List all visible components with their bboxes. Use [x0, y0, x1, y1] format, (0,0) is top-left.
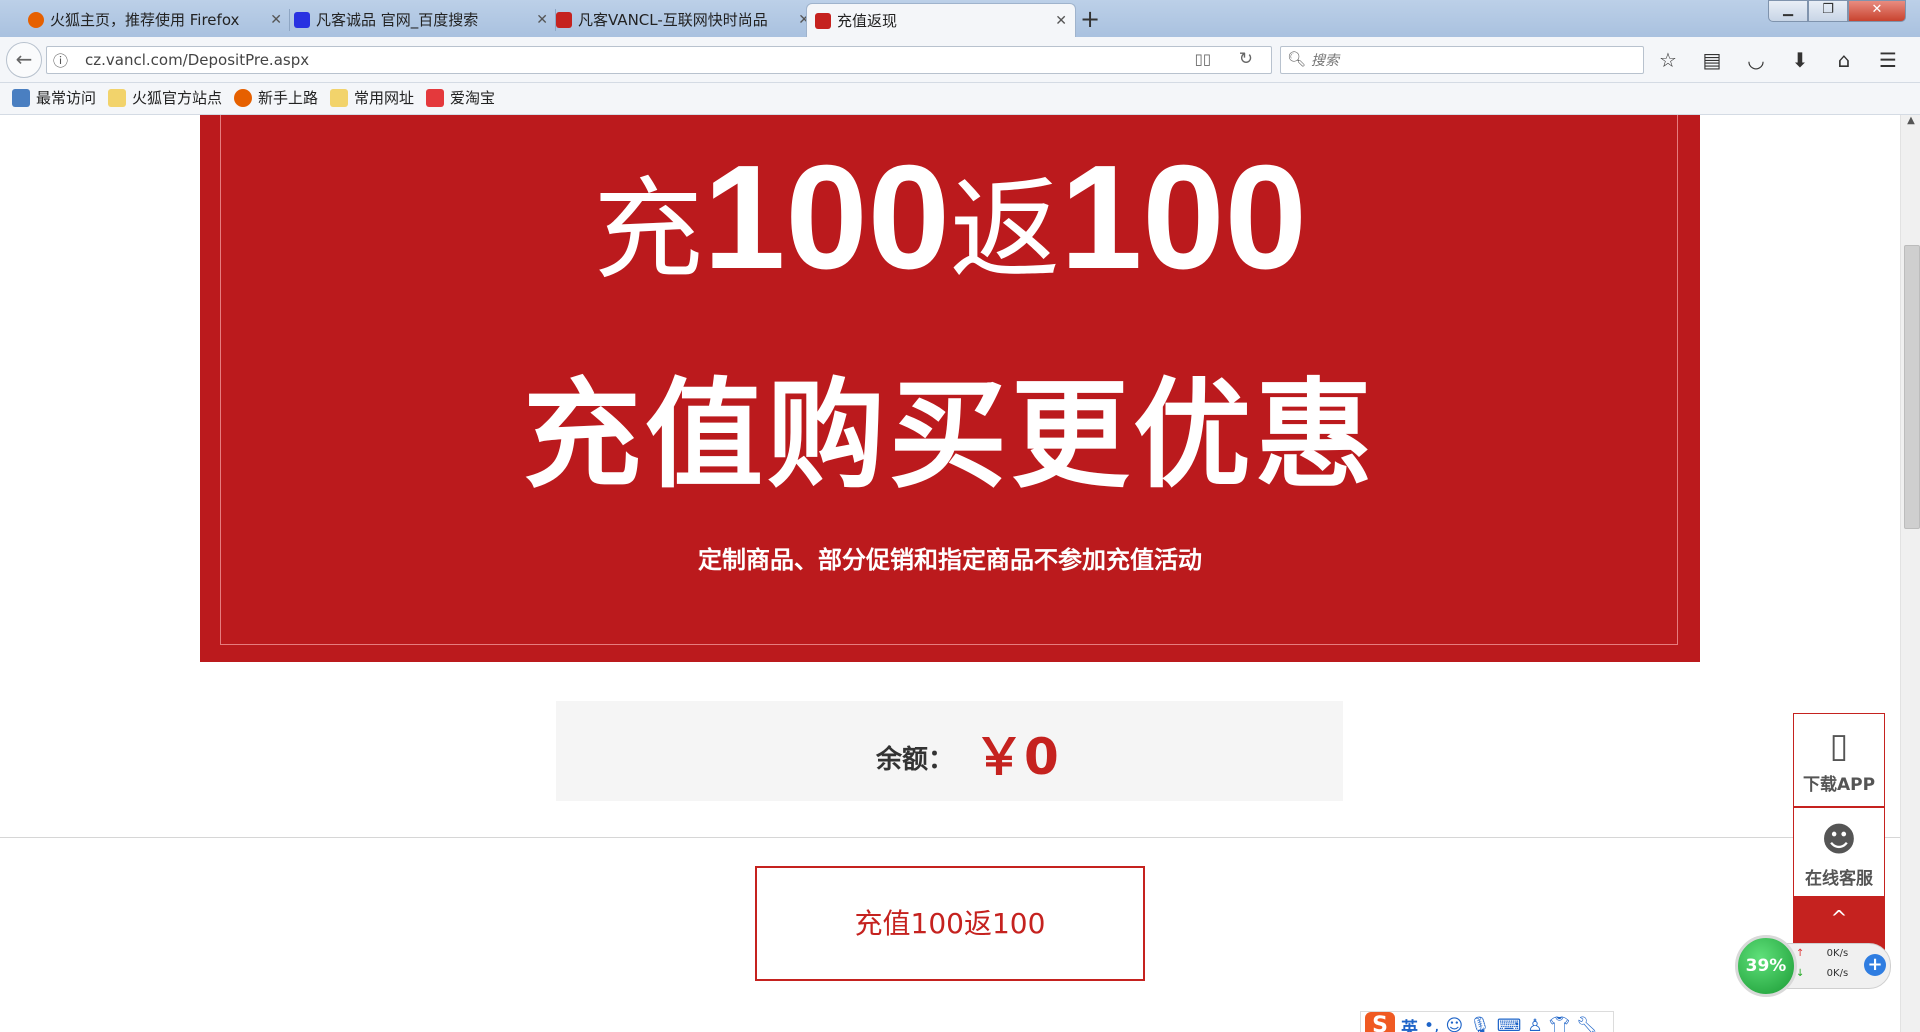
minimize-button[interactable]: ▁: [1768, 0, 1808, 22]
tools-icon[interactable]: 🔧︎: [1576, 1016, 1598, 1032]
bookmark-label: 爱淘宝: [450, 89, 496, 107]
tab-title: 火狐主页，推荐使用 Firefox: [50, 11, 240, 29]
speed-panel: ↑ 0K/s ↓ 0K/s +: [1783, 943, 1891, 989]
most-visited-icon: [12, 89, 30, 107]
search-input[interactable]: [1309, 49, 1633, 73]
tab-vancl-home[interactable]: 凡客VANCL-互联网快时尚品 ✕: [548, 3, 818, 37]
folder-icon: [330, 89, 348, 107]
vancl-icon: [815, 13, 831, 29]
close-window-button[interactable]: ✕: [1848, 0, 1906, 22]
skin-icon[interactable]: 👕︎: [1549, 1016, 1571, 1032]
phone-icon: ▯: [1829, 726, 1849, 766]
vertical-scrollbar[interactable]: ▲: [1900, 115, 1920, 1032]
topup-100-button[interactable]: 充值100返100: [755, 866, 1145, 981]
user-icon[interactable]: ♙: [1527, 1016, 1542, 1032]
sogou-logo-icon[interactable]: S: [1365, 1012, 1395, 1032]
upload-speed-value: 0K/s: [1826, 948, 1849, 959]
scroll-up-icon[interactable]: ▲: [1901, 115, 1920, 133]
site-info-icon[interactable]: ⓘ: [53, 50, 68, 71]
scroll-thumb[interactable]: [1904, 245, 1920, 529]
new-tab-button[interactable]: +: [1080, 2, 1100, 36]
bookmark-label: 新手上路: [258, 89, 319, 107]
bookmarks-list-icon[interactable]: ▤: [1700, 48, 1724, 72]
bookmark-ai-taobao[interactable]: 爱淘宝: [426, 88, 495, 108]
emoji-icon[interactable]: ☺: [1445, 1016, 1463, 1032]
bookmarks-toolbar: 最常访问 火狐官方站点 新手上路 常用网址 爱淘宝: [0, 83, 1920, 115]
punctuation-icon[interactable]: •,: [1424, 1016, 1439, 1032]
bookmark-firefox-official[interactable]: 火狐官方站点: [108, 88, 222, 108]
firefox-icon: [28, 12, 44, 28]
bookmark-label: 最常访问: [36, 89, 97, 107]
home-icon[interactable]: ⌂: [1832, 48, 1856, 72]
url-text[interactable]: cz.vancl.com/DepositPre.aspx: [85, 51, 309, 69]
close-tab-icon[interactable]: ✕: [536, 3, 548, 37]
online-service-label: 在线客服: [1805, 869, 1873, 889]
promo-amount-back: 100: [1060, 135, 1307, 300]
upload-speed: ↑ 0K/s: [1796, 948, 1848, 959]
tab-strip: 火狐主页，推荐使用 Firefox ✕ 凡客诚品 官网_百度搜索 ✕ 凡客VAN…: [0, 0, 1920, 37]
microphone-icon[interactable]: 🎙︎: [1469, 1016, 1491, 1032]
restore-button[interactable]: ❐: [1808, 0, 1848, 22]
firefox-icon: [234, 89, 252, 107]
reader-view-icon[interactable]: ▯▯: [1194, 50, 1211, 68]
bookmark-most-visited[interactable]: 最常访问: [12, 88, 96, 108]
reload-icon[interactable]: ↻: [1239, 49, 1253, 69]
balance-box: 余额： ￥0: [556, 701, 1343, 801]
download-speed-value: 0K/s: [1826, 968, 1849, 979]
tab-title: 充值返现: [837, 12, 898, 30]
tab-title: 凡客VANCL-互联网快时尚品: [578, 11, 768, 29]
menu-icon[interactable]: ☰: [1876, 48, 1900, 72]
tab-deposit[interactable]: 充值返现 ✕: [806, 3, 1076, 37]
bookmark-label: 常用网址: [354, 89, 415, 107]
download-arrow-icon: ↓: [1796, 968, 1805, 979]
folder-icon: [108, 89, 126, 107]
ime-language-toggle[interactable]: 英: [1401, 1014, 1418, 1032]
balance-label: 余额：: [876, 745, 955, 775]
tab-baidu-search[interactable]: 凡客诚品 官网_百度搜索 ✕: [286, 3, 556, 37]
bookmark-label: 火狐官方站点: [132, 89, 223, 107]
bookmark-getting-started[interactable]: 新手上路: [234, 88, 318, 108]
navigation-toolbar: ← ⓘ cz.vancl.com/DepositPre.aspx ▯▯ ↻ 🔍︎…: [0, 37, 1920, 83]
promo-title: 充100返100: [200, 133, 1700, 303]
bookmark-star-icon[interactable]: ☆: [1656, 48, 1680, 72]
toolbar-icons: ☆ ▤ ◡ ⬇ ⌂ ☰: [1656, 48, 1900, 72]
memory-usage-ring[interactable]: 39%: [1735, 935, 1797, 997]
close-tab-icon[interactable]: ✕: [1055, 4, 1067, 37]
close-tab-icon[interactable]: ✕: [270, 3, 282, 37]
bookmark-common-sites[interactable]: 常用网址: [330, 88, 414, 108]
window-controls: ▁ ❐ ✕: [1768, 0, 1906, 22]
accelerate-plus-icon[interactable]: +: [1864, 954, 1886, 976]
taobao-icon: [426, 89, 444, 107]
promo-banner: 充100返100 充值购买更优惠 定制商品、部分促销和指定商品不参加充值活动: [200, 115, 1700, 662]
upload-arrow-icon: ↑: [1796, 948, 1805, 959]
balance-amount: ￥0: [974, 728, 1059, 786]
search-icon: 🔍︎: [1287, 50, 1307, 68]
online-service-button[interactable]: ☻ 在线客服: [1793, 807, 1885, 897]
tab-title: 凡客诚品 官网_百度搜索: [316, 11, 479, 29]
page-viewport: 充100返100 充值购买更优惠 定制商品、部分促销和指定商品不参加充值活动 余…: [0, 115, 1900, 1032]
download-speed: ↓ 0K/s: [1796, 968, 1848, 979]
customer-service-icon: ☻: [1821, 820, 1857, 860]
promo-chong: 充: [593, 166, 704, 294]
floating-sidebar: ▯ 下载APP ☻ 在线客服 ^: [1793, 713, 1887, 963]
search-bar[interactable]: 🔍︎: [1280, 46, 1644, 74]
address-bar[interactable]: ⓘ cz.vancl.com/DepositPre.aspx ▯▯ ↻: [46, 46, 1272, 74]
baidu-icon: [294, 12, 310, 28]
keyboard-icon[interactable]: ⌨: [1497, 1016, 1522, 1032]
promo-fan: 返: [950, 166, 1060, 294]
promo-amount-charge: 100: [703, 135, 950, 300]
network-monitor-widget[interactable]: ↑ 0K/s ↓ 0K/s + 39%: [1735, 935, 1897, 997]
promo-headline: 充值购买更优惠: [522, 366, 1377, 504]
download-app-label: 下载APP: [1802, 775, 1876, 795]
promo-note: 定制商品、部分促销和指定商品不参加充值活动: [698, 546, 1202, 574]
pocket-icon[interactable]: ◡: [1744, 48, 1768, 72]
download-icon[interactable]: ⬇: [1788, 48, 1812, 72]
download-app-button[interactable]: ▯ 下载APP: [1793, 713, 1885, 807]
vancl-icon: [556, 12, 572, 28]
back-button[interactable]: ←: [6, 42, 42, 78]
tab-firefox-home[interactable]: 火狐主页，推荐使用 Firefox ✕: [20, 3, 290, 37]
ime-toolbar: S 英 •, ☺ 🎙︎ ⌨ ♙ 👕︎ 🔧︎: [1360, 1011, 1614, 1032]
section-divider: [0, 837, 1900, 838]
